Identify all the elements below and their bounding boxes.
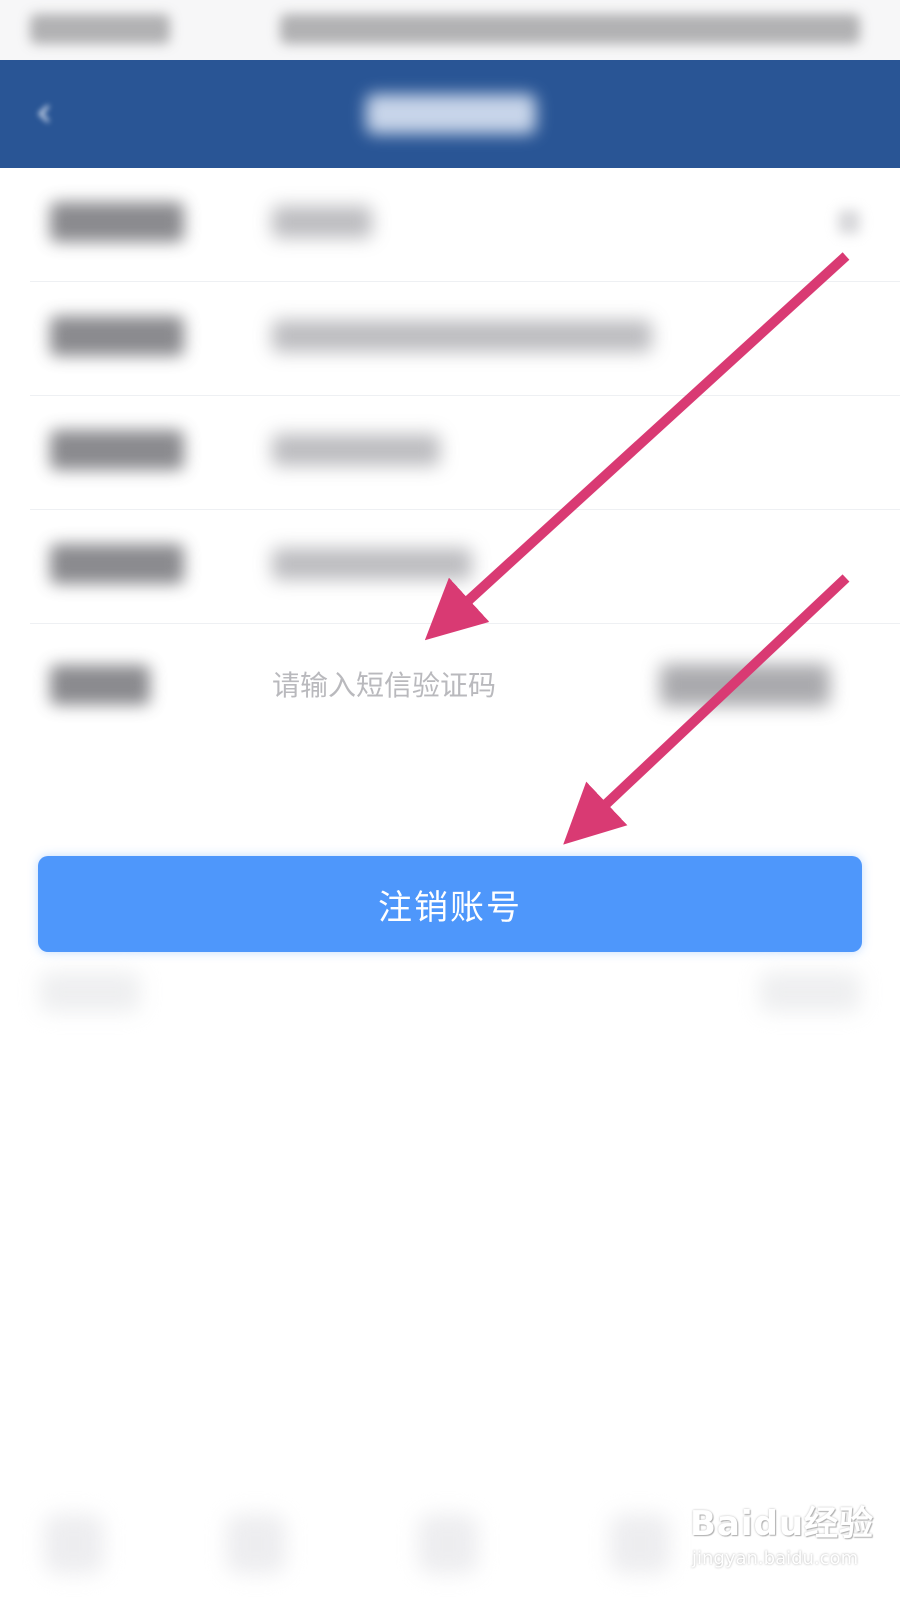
- chevron-right-icon: [838, 210, 860, 234]
- nav-service-icon[interactable]: [226, 1514, 286, 1574]
- row-divider: [30, 623, 900, 624]
- page-title-blurred: [366, 94, 536, 134]
- status-bar: [0, 0, 900, 60]
- form-row-certificate-type[interactable]: [0, 168, 900, 282]
- row-value-blurred: [272, 434, 440, 466]
- secondary-link-blurred: [760, 972, 860, 1012]
- app-header: ‹: [0, 60, 900, 168]
- cancel-account-button[interactable]: 注销账号: [38, 856, 862, 952]
- code-label-blurred: [50, 665, 150, 705]
- nav-center-icon[interactable]: [418, 1514, 478, 1574]
- row-value-blurred: [272, 206, 372, 238]
- form-row-account-id: [0, 510, 900, 624]
- row-label-blurred: [50, 316, 184, 356]
- nav-home-icon[interactable]: [44, 1514, 104, 1574]
- watermark-brand: Baidu经验: [690, 1504, 875, 1544]
- get-code-button-blurred[interactable]: [660, 664, 830, 706]
- nav-profile-icon[interactable]: [610, 1514, 670, 1574]
- status-carrier-blur: [30, 14, 170, 44]
- watermark-url: jingyan.baidu.com: [692, 1548, 859, 1569]
- form-row-phone-number: [0, 396, 900, 510]
- status-icons-blur: [280, 14, 860, 44]
- row-label-blurred: [50, 430, 184, 470]
- row-value-blurred: [272, 320, 652, 352]
- form-row-certificate-number: [0, 282, 900, 396]
- sms-code-input[interactable]: [272, 658, 612, 712]
- row-label-blurred: [50, 202, 184, 242]
- verification-code-row: [0, 628, 900, 742]
- row-label-blurred: [50, 544, 184, 584]
- row-value-blurred: [272, 548, 472, 580]
- baidu-jingyan-watermark: Baidu经验 jingyan.baidu.com: [690, 1496, 890, 1592]
- secondary-link-blurred: [40, 972, 140, 1012]
- back-arrow-icon[interactable]: ‹: [22, 90, 66, 134]
